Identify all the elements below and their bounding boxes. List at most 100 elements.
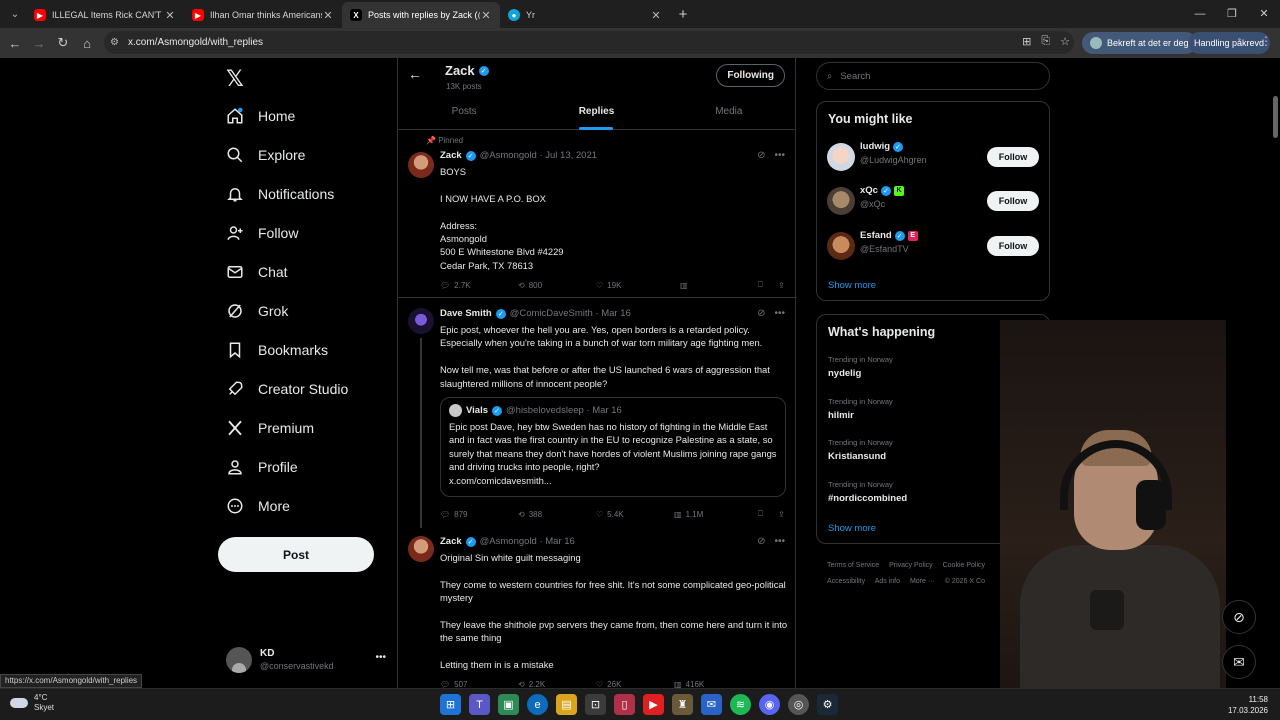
repost-button[interactable]: ⟲ 800 xyxy=(518,280,596,290)
browser-tab[interactable]: ▶ Ilhan Omar thinks Americans are ✕ xyxy=(184,2,342,28)
game-icon[interactable]: ♜ xyxy=(672,694,693,715)
nav-premium[interactable]: Premium xyxy=(226,415,314,441)
nav-notifications[interactable]: Notifications xyxy=(226,181,334,207)
minimize-icon[interactable]: — xyxy=(1184,0,1216,28)
show-more-link[interactable]: Show more xyxy=(828,280,876,291)
like-button[interactable]: ♡ 19K xyxy=(596,280,680,290)
pinned-app-icon[interactable]: ▯ xyxy=(614,694,635,715)
tab-search-icon[interactable]: ⌄ xyxy=(4,4,26,24)
more-dots-icon[interactable]: ••• xyxy=(774,308,785,319)
follow-button[interactable]: Follow xyxy=(987,191,1039,211)
start-icon[interactable]: ⊞ xyxy=(440,694,461,715)
close-tab-icon[interactable]: ✕ xyxy=(480,9,492,22)
edge-icon[interactable]: e xyxy=(527,694,548,715)
tab-media[interactable]: Media xyxy=(663,100,795,130)
messages-float-icon[interactable]: ✉ xyxy=(1222,645,1256,679)
close-tab-icon[interactable]: ✕ xyxy=(650,9,662,22)
more-dots-icon[interactable]: ••• xyxy=(774,536,785,547)
footer-link[interactable]: Accessibility xyxy=(827,578,865,585)
show-more-link[interactable]: Show more xyxy=(828,523,876,534)
steam-icon[interactable]: ⚙ xyxy=(817,694,838,715)
tweet-pinned[interactable]: 📌 Pinned Zack ✓ @Asmongold · Jul 13, 202… xyxy=(398,130,797,298)
file-explorer-icon[interactable]: ▤ xyxy=(556,694,577,715)
nav-creator-studio[interactable]: Creator Studio xyxy=(226,376,348,402)
suggestion-item[interactable]: xQc ✓ K @xQc Follow xyxy=(827,185,1039,217)
grok-icon[interactable]: ⊘ xyxy=(757,150,765,161)
back-icon[interactable]: ← xyxy=(3,36,27,51)
avatar[interactable] xyxy=(408,152,434,178)
footer-link[interactable]: Ads info xyxy=(875,578,900,585)
like-button[interactable]: ♡ 5.4K xyxy=(596,509,674,519)
author-handle[interactable]: @Asmongold · Mar 16 xyxy=(480,536,575,547)
avatar[interactable] xyxy=(408,536,434,562)
author-handle[interactable]: @Asmongold · Jul 13, 2021 xyxy=(480,150,597,161)
nav-explore[interactable]: Explore xyxy=(226,142,305,168)
browser-tab-active[interactable]: X Posts with replies by Zack (@Asmongold… xyxy=(342,2,500,28)
discord-icon[interactable]: ◉ xyxy=(759,694,780,715)
nav-profile[interactable]: Profile xyxy=(226,454,298,480)
tweet[interactable]: Zack ✓ @Asmongold · Mar 16 ⊘ ••• Origina… xyxy=(398,528,797,688)
follow-button[interactable]: Follow xyxy=(987,236,1039,256)
nav-home[interactable]: Home xyxy=(226,103,295,129)
share-button[interactable]: ⇪ xyxy=(778,509,785,519)
reload-icon[interactable]: ↻ xyxy=(51,35,75,51)
views-button[interactable]: ▥ 416K xyxy=(674,680,758,688)
nav-follow[interactable]: Follow xyxy=(226,220,298,246)
trend-item[interactable]: Trending in Norway Kristiansund xyxy=(828,438,893,462)
suggestion-item[interactable]: Esfand ✓ E @EsfandTV Follow xyxy=(827,230,1039,262)
browser-tab[interactable]: ▶ ILLEGAL Items Rick CAN'T HAVE ✕ xyxy=(26,2,184,28)
bookmark-button[interactable]: ⎕ xyxy=(758,280,778,290)
post-button[interactable]: Post xyxy=(218,537,374,572)
site-info-icon[interactable]: ⚙ xyxy=(110,37,128,48)
x-logo-icon[interactable]: 𝕏 xyxy=(226,66,244,92)
footer-link[interactable]: Cookie Policy xyxy=(943,562,985,569)
chrome-icon[interactable]: ◎ xyxy=(788,694,809,715)
footer-link[interactable]: More ··· xyxy=(910,578,935,585)
system-clock[interactable]: 11:58 17.03.2026 xyxy=(1228,694,1268,716)
author-name[interactable]: Zack xyxy=(440,150,462,161)
grok-icon[interactable]: ⊘ xyxy=(757,308,765,319)
following-button[interactable]: Following xyxy=(716,64,785,87)
account-switcher[interactable]: KD @conservastivekd ••• xyxy=(226,644,386,676)
close-window-icon[interactable]: ✕ xyxy=(1248,0,1280,28)
grok-icon[interactable]: ⊘ xyxy=(757,536,765,547)
more-dots-icon[interactable]: ••• xyxy=(774,150,785,161)
home-icon[interactable]: ⌂ xyxy=(75,36,99,51)
browser-tab[interactable]: ● Yr ✕ xyxy=(500,2,670,28)
nav-more[interactable]: More xyxy=(226,493,290,519)
quoted-tweet[interactable]: Vials ✓ @hisbelovedsleep · Mar 16 Epic p… xyxy=(440,397,786,497)
restore-icon[interactable]: ❐ xyxy=(1216,0,1248,28)
tab-replies[interactable]: Replies xyxy=(530,100,662,130)
footer-link[interactable]: Terms of Service xyxy=(827,562,879,569)
tweet[interactable]: Dave Smith ✓ @ComicDaveSmith · Mar 16 ⊘ … xyxy=(398,298,797,528)
back-arrow-icon[interactable]: ← xyxy=(408,66,422,82)
install-icon[interactable]: ⎘ xyxy=(1041,35,1050,48)
author-name[interactable]: Zack xyxy=(440,536,462,547)
close-tab-icon[interactable]: ✕ xyxy=(322,9,334,22)
trend-item[interactable]: Trending in Norway #nordiccombined xyxy=(828,480,907,504)
teams-icon[interactable]: T xyxy=(469,694,490,715)
avatar[interactable] xyxy=(408,308,434,334)
follow-button[interactable]: Follow xyxy=(987,147,1039,167)
author-name[interactable]: Dave Smith xyxy=(440,308,492,319)
reply-button[interactable]: 💬︎ 507 xyxy=(440,680,518,688)
xbox-icon[interactable]: ▣ xyxy=(498,694,519,715)
bookmark-button[interactable]: ⎕ xyxy=(758,509,778,519)
mail-icon[interactable]: ✉ xyxy=(701,694,722,715)
forward-icon[interactable]: → xyxy=(27,36,51,51)
nav-grok[interactable]: Grok xyxy=(226,298,288,324)
author-handle[interactable]: @ComicDaveSmith · Mar 16 xyxy=(510,308,631,319)
reply-button[interactable]: 💬︎ 2.7K xyxy=(440,280,518,290)
views-button[interactable]: ▥ 1.1M xyxy=(674,509,758,519)
url-field[interactable]: ⚙ x.com/Asmongold/with_replies ⊞ ⎘ ☆ xyxy=(104,31,1074,54)
nav-bookmarks[interactable]: Bookmarks xyxy=(226,337,328,363)
repost-button[interactable]: ⟲ 2.2K xyxy=(518,680,596,688)
trend-item[interactable]: Trending in Norway hilmir xyxy=(828,397,893,421)
action-required-pill[interactable]: Handling påkrevd xyxy=(1188,32,1271,54)
close-tab-icon[interactable]: ✕ xyxy=(164,9,176,22)
new-tab-icon[interactable]: + xyxy=(670,6,696,23)
page-scrollbar[interactable] xyxy=(1270,58,1280,688)
suggestion-item[interactable]: ludwig ✓ @LudwigAhgren Follow xyxy=(827,141,1039,173)
weather-widget[interactable]: 4°C Skyet xyxy=(10,693,54,713)
youtube-icon[interactable]: ▶ xyxy=(643,694,664,715)
